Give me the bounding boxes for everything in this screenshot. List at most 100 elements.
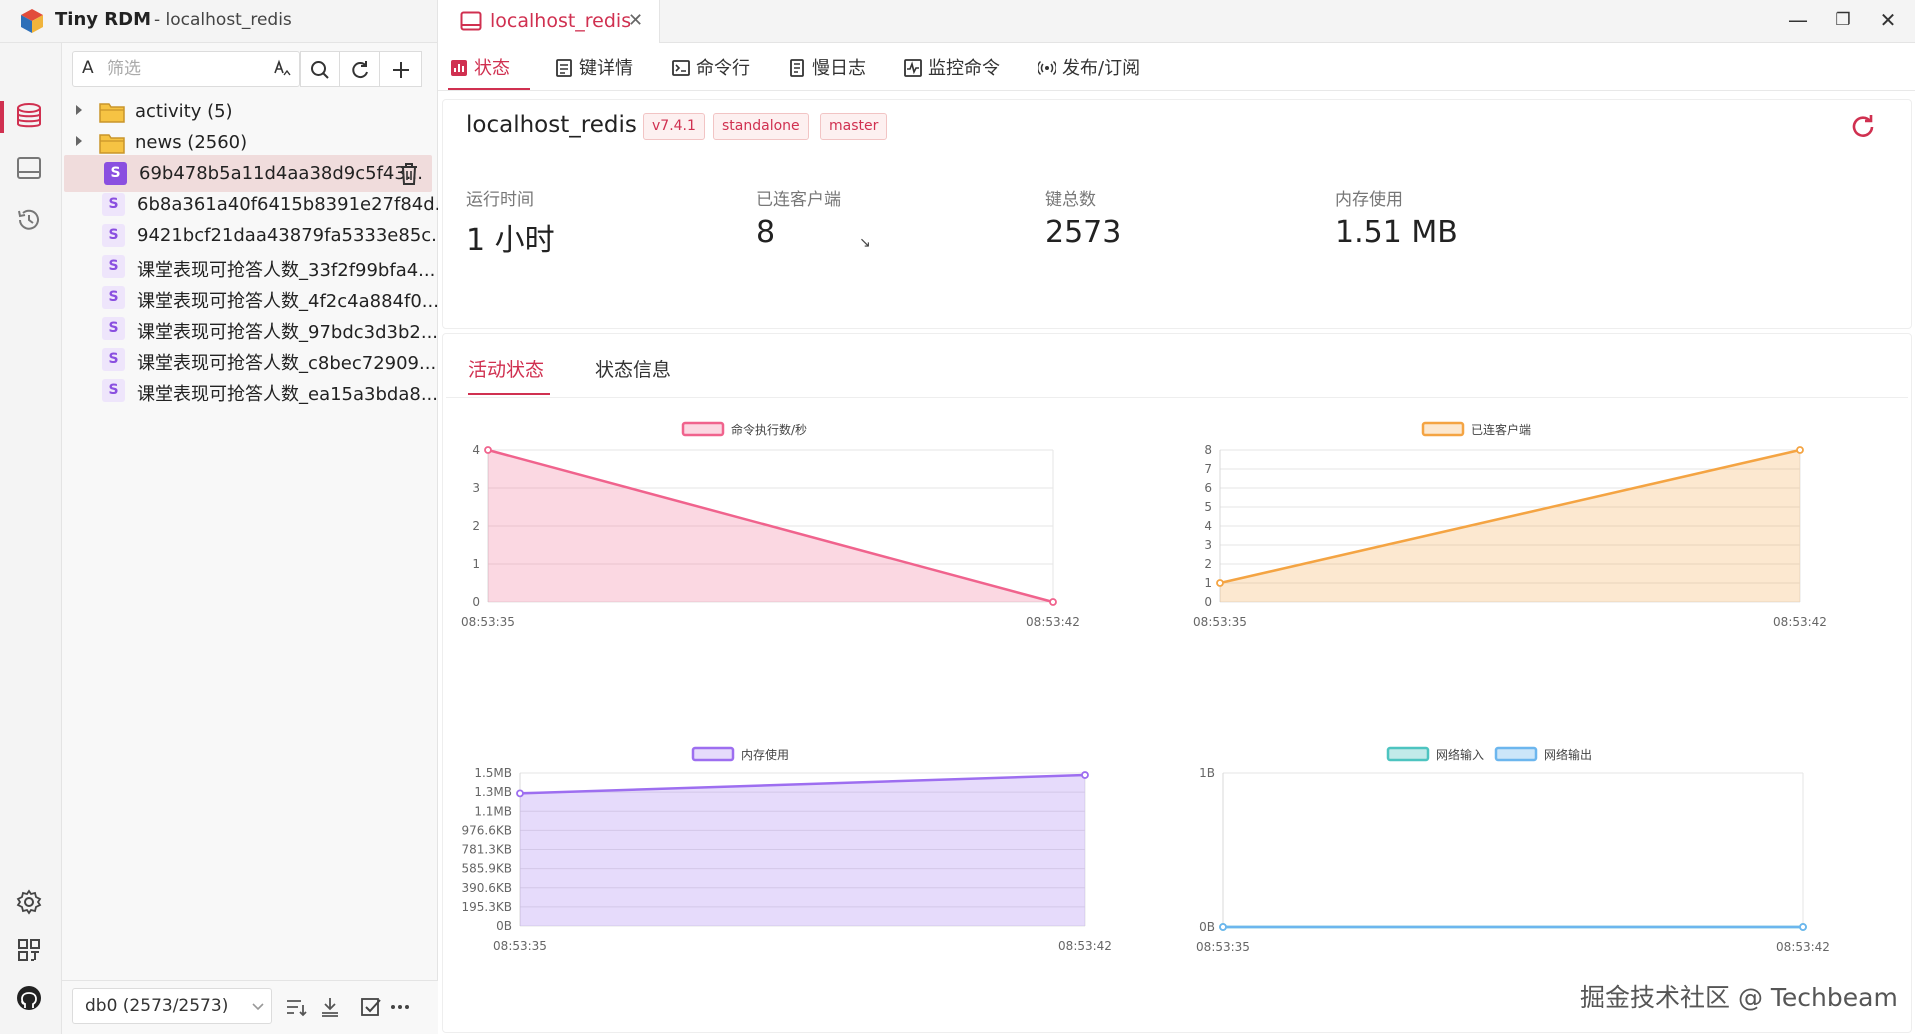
stat-label-uptime: 运行时间 — [466, 190, 534, 210]
legend-swatch — [1494, 746, 1538, 762]
case-sensitive-icon[interactable] — [273, 58, 291, 78]
y-tick-label: 7 — [1204, 462, 1212, 476]
data-point — [1081, 771, 1089, 779]
close-window-button[interactable]: ✕ — [1868, 4, 1908, 36]
legend-swatch — [691, 746, 735, 762]
expand-caret-icon[interactable] — [76, 136, 82, 146]
connection-tab[interactable]: localhost_redis ✕ — [438, 0, 660, 44]
stat-label-clients: 已连客户端 — [756, 190, 841, 210]
key-label: 9421bcf21daa43879fa5333e85c... — [137, 225, 449, 246]
ribbon — [0, 43, 62, 1034]
x-tick-label: 08:53:42 — [1058, 939, 1112, 953]
app-name: Tiny RDM — [55, 9, 151, 30]
search-button[interactable] — [300, 51, 340, 87]
terminal-icon — [672, 60, 690, 76]
settings-icon[interactable] — [14, 887, 44, 917]
y-tick-label: 3 — [1204, 538, 1212, 552]
tab-slow-log[interactable]: 慢日志 — [788, 54, 866, 90]
database-select[interactable]: db0 (2573/2573) — [72, 988, 272, 1024]
main-panel: 状态 键详情 命令行 慢日志 监控命令 发布/订阅 localhost_redi… — [438, 43, 1915, 1034]
key-label: 69b478b5a11d4aa38d9c5f43... — [139, 163, 423, 184]
tab-status-info[interactable]: 状态信息 — [595, 355, 671, 395]
load-more-icon[interactable] — [318, 995, 342, 1019]
y-tick-label: 195.3KB — [462, 900, 512, 914]
data-point — [484, 446, 492, 454]
legend-label: 命令执行数/秒 — [731, 422, 807, 437]
y-tick-label: 585.9KB — [462, 862, 512, 876]
minimize-button[interactable]: — — [1778, 4, 1818, 36]
expand-caret-icon[interactable] — [76, 105, 82, 115]
add-key-button[interactable] — [380, 51, 422, 87]
detail-icon — [556, 59, 572, 77]
y-tick-label: 8 — [1204, 443, 1212, 457]
match-type-toggle[interactable]: A — [82, 58, 94, 78]
y-tick-label: 4 — [472, 443, 480, 457]
y-tick-label: 0 — [1204, 595, 1212, 609]
tab-status[interactable]: 状态 — [448, 54, 530, 90]
filter-input[interactable] — [105, 56, 255, 82]
watermark: 掘金技术社区 @ Techbeam — [1580, 983, 1898, 1012]
folder-icon — [99, 134, 125, 154]
y-tick-label: 2 — [1204, 557, 1212, 571]
sort-icon[interactable] — [284, 995, 308, 1019]
sub-tabs: 状态 键详情 命令行 慢日志 监控命令 发布/订阅 — [438, 43, 1915, 91]
y-tick-label: 0 — [472, 595, 480, 609]
refresh-icon — [351, 61, 368, 79]
stat-value-memory: 1.51 MB — [1335, 215, 1458, 250]
legend-label: 内存使用 — [741, 747, 789, 762]
log-panel-icon[interactable] — [14, 153, 44, 183]
server-name: localhost_redis — [466, 112, 637, 138]
monitor-icon — [904, 59, 922, 77]
tab-key-detail[interactable]: 键详情 — [555, 54, 633, 90]
data-point — [1796, 446, 1804, 454]
legend-label: 网络输入 — [1436, 747, 1484, 762]
data-point — [516, 789, 524, 798]
sidebar: A 筛选 activity (5) news (2560) S 69b478b5… — [62, 43, 452, 1034]
github-icon[interactable] — [14, 983, 44, 1013]
app-subtitle: - localhost_redis — [154, 10, 292, 30]
database-select-label: db0 (2573/2573) — [85, 996, 229, 1016]
string-type-badge: S — [102, 224, 125, 247]
chart-icon — [451, 60, 467, 76]
x-tick-label: 08:53:35 — [1196, 940, 1250, 954]
app-logo-icon — [21, 9, 43, 33]
refresh-keys-button[interactable] — [340, 51, 380, 87]
chart-memory-usage: 内存使用 0B 195.3KB 390.6KB 585.9KB 781.3KB 976.6K… — [462, 746, 1112, 953]
string-type-badge: S — [102, 348, 125, 371]
y-tick-label: 976.6KB — [462, 823, 512, 837]
connection-tab-label: localhost_redis — [490, 10, 632, 32]
apps-grid-icon[interactable] — [14, 935, 44, 965]
history-icon[interactable] — [14, 205, 44, 235]
chevron-down-icon — [252, 1003, 264, 1011]
tab-cli[interactable]: 命令行 — [672, 54, 750, 90]
string-type-badge: S — [104, 162, 127, 185]
tab-pubsub[interactable]: 发布/订阅 — [1036, 54, 1140, 90]
folder-label: news (2560) — [135, 132, 248, 153]
tree-key[interactable]: S 课堂表现可抢答人数_ea15a3bda8... — [62, 372, 438, 409]
y-tick-label: 5 — [1204, 500, 1212, 514]
maximize-button[interactable]: ❐ — [1823, 4, 1863, 36]
y-tick-label: 1 — [1204, 576, 1212, 590]
data-point — [1049, 598, 1057, 606]
y-tick-label: 4 — [1204, 519, 1212, 533]
database-icon[interactable] — [14, 101, 44, 131]
tab-label: 慢日志 — [812, 58, 866, 79]
tab-label: 键详情 — [579, 58, 633, 79]
more-icon[interactable] — [388, 995, 412, 1019]
x-tick-label: 08:53:35 — [1193, 615, 1247, 629]
tab-monitor[interactable]: 监控命令 — [904, 54, 1000, 90]
title-bar: Tiny RDM - localhost_redis localhost_red… — [0, 0, 1915, 44]
y-tick-label: 0B — [496, 919, 512, 933]
close-tab-icon[interactable]: ✕ — [628, 10, 643, 31]
y-tick-label: 6 — [1204, 481, 1212, 495]
tab-activity[interactable]: 活动状态 — [468, 355, 550, 395]
server-icon — [460, 11, 482, 31]
check-mode-icon[interactable] — [359, 995, 383, 1019]
search-icon — [311, 61, 329, 79]
refresh-status-icon[interactable] — [1850, 113, 1876, 139]
trash-icon[interactable] — [398, 162, 420, 186]
mode-tag: standalone — [713, 113, 809, 140]
title-right: localhost_redis ✕ — ❐ ✕ — [438, 0, 1915, 44]
folder-icon — [99, 103, 125, 123]
y-tick-label: 1 — [472, 557, 480, 571]
